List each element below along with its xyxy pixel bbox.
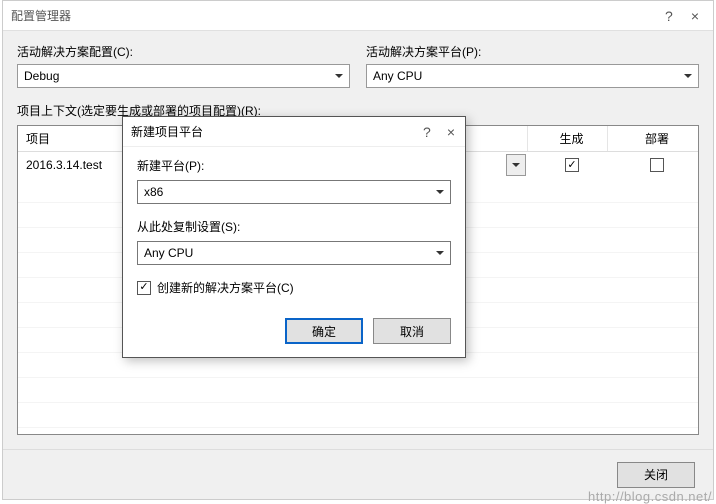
cancel-button[interactable]: 取消 [373, 318, 451, 344]
dialog-titlebar: 新建项目平台 ? × [123, 117, 465, 147]
chevron-down-icon [684, 74, 692, 78]
active-platform-value: Any CPU [373, 69, 422, 83]
ok-button[interactable]: 确定 [285, 318, 363, 344]
col-deploy[interactable]: 部署 [608, 126, 698, 151]
active-config-label: 活动解决方案配置(C): [17, 43, 350, 60]
copy-from-select[interactable]: Any CPU [137, 241, 451, 265]
copy-from-label: 从此处复制设置(S): [137, 218, 451, 235]
deploy-checkbox[interactable]: ✓ [650, 158, 664, 172]
chevron-down-icon[interactable] [506, 154, 526, 176]
new-platform-select[interactable]: x86 [137, 180, 451, 204]
new-project-platform-dialog: 新建项目平台 ? × 新建平台(P): x86 从此处复制设置(S): Any … [122, 116, 466, 358]
close-icon[interactable]: × [447, 124, 455, 140]
active-platform-label: 活动解决方案平台(P): [366, 43, 699, 60]
titlebar: 配置管理器 ? × [3, 1, 713, 31]
cell-build[interactable]: ✓ [528, 152, 608, 178]
close-icon[interactable]: × [691, 8, 699, 24]
active-config-value: Debug [24, 69, 59, 83]
new-platform-value: x86 [144, 185, 163, 199]
active-platform-select[interactable]: Any CPU [366, 64, 699, 88]
watermark: http://blog.csdn.net/ [588, 489, 712, 504]
window-title: 配置管理器 [11, 7, 71, 24]
create-solution-checkbox[interactable]: ✓ [137, 281, 151, 295]
copy-from-value: Any CPU [144, 246, 193, 260]
chevron-down-icon [436, 251, 444, 255]
active-config-select[interactable]: Debug [17, 64, 350, 88]
help-icon[interactable]: ? [423, 124, 431, 140]
create-solution-label: 创建新的解决方案平台(C) [157, 279, 294, 296]
new-platform-label: 新建平台(P): [137, 157, 451, 174]
col-build[interactable]: 生成 [528, 126, 608, 151]
dialog-title: 新建项目平台 [131, 123, 203, 140]
help-icon[interactable]: ? [665, 8, 673, 24]
chevron-down-icon [436, 190, 444, 194]
build-checkbox[interactable]: ✓ [565, 158, 579, 172]
cell-deploy[interactable]: ✓ [608, 152, 698, 178]
chevron-down-icon [335, 74, 343, 78]
close-button[interactable]: 关闭 [617, 462, 695, 488]
